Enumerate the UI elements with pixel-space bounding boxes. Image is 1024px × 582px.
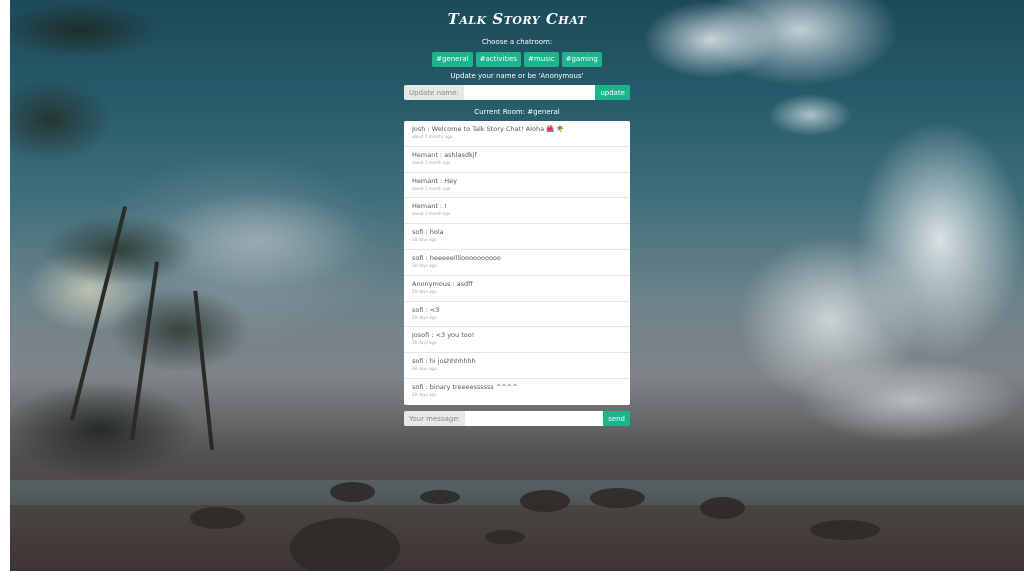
- app-title: Talk Story Chat: [447, 10, 587, 28]
- message-text: sofi : hola: [412, 228, 444, 237]
- message-input[interactable]: [465, 411, 604, 426]
- message-item: Hemant : Hey about 1 month ago: [404, 173, 630, 199]
- message-text: sofi : binary treeeessssss ^^^^: [412, 382, 518, 391]
- message-item: josofi : <3 you too! 28 days ago: [404, 327, 630, 354]
- current-room-label: Current Room: #general: [474, 108, 560, 116]
- message-list[interactable]: Josh : Welcome to Talk Story Chat! Aloha…: [404, 121, 630, 405]
- send-message-form: Your message: send: [404, 411, 630, 426]
- message-time: 28 days ago: [412, 262, 437, 268]
- message-time: about 2 months ago: [412, 134, 453, 139]
- update-name-addon: Update name:: [404, 85, 464, 100]
- message-text: Hemant : !: [412, 202, 447, 211]
- rock: [290, 518, 400, 571]
- rock: [485, 530, 525, 544]
- message-text: Josh : Welcome to Talk Story Chat! Aloha…: [412, 125, 565, 133]
- message-text: josofi : <3 you too!: [412, 331, 475, 340]
- message-time: 28 days ago: [412, 314, 437, 320]
- message-time: 28 days ago: [412, 391, 437, 397]
- message-text: sofi : hi joshhhhhhh: [412, 357, 476, 366]
- room-button-general[interactable]: #general: [432, 52, 473, 67]
- message-time: 28 days ago: [412, 366, 437, 372]
- message-item: sofi : binary treeeessssss ^^^^ 28 days …: [404, 379, 630, 405]
- message-item: sofi : heeeeelllloooooooooo 28 days ago: [404, 250, 630, 276]
- chat-app: Talk Story Chat Choose a chatroom: #gene…: [404, 0, 630, 426]
- choose-chatroom-label: Choose a chatroom:: [481, 38, 553, 46]
- message-item: Hemant : ashlasdkjf about 1 month ago: [404, 147, 630, 173]
- update-name-form: Update name: update: [404, 85, 630, 100]
- send-button[interactable]: send: [603, 411, 630, 426]
- rock: [190, 507, 245, 529]
- message-time: 28 days ago: [412, 340, 437, 346]
- room-button-music[interactable]: #music: [524, 52, 559, 67]
- message-text: Hemant : Hey: [412, 176, 457, 185]
- rock: [810, 520, 880, 540]
- message-item: Hemant : ! about 1 month ago: [404, 198, 630, 225]
- message-addon: Your message:: [404, 411, 465, 426]
- message-time: about 1 month ago: [412, 185, 451, 191]
- room-button-activities[interactable]: #activities: [475, 52, 522, 67]
- message-text: sofi : heeeeelllloooooooooo: [412, 253, 501, 262]
- message-time: about 1 month ago: [412, 159, 451, 165]
- rock: [520, 490, 570, 512]
- message-time: about 1 month ago: [412, 211, 451, 217]
- name-input[interactable]: [463, 85, 596, 100]
- message-item: Josh : Welcome to Talk Story Chat! Aloha…: [404, 121, 630, 147]
- rock: [420, 490, 460, 504]
- message-item: sofi : hola 28 days ago: [404, 224, 630, 250]
- message-time: 28 days ago: [412, 237, 437, 243]
- rock: [590, 488, 645, 508]
- update-name-label: Update your name or be 'Anonymous': [450, 72, 584, 80]
- update-button[interactable]: update: [595, 85, 630, 100]
- message-text: Anonymous : asdff: [412, 279, 473, 288]
- rock: [700, 497, 745, 519]
- message-time: 28 days ago: [412, 288, 437, 294]
- room-button-gaming[interactable]: #gaming: [561, 52, 602, 67]
- message-item: sofi : <3 28 days ago: [404, 302, 630, 328]
- chatroom-buttons: #general #activities #music #gaming: [432, 52, 602, 67]
- rock: [330, 482, 375, 502]
- message-item: sofi : hi joshhhhhhh 28 days ago: [404, 353, 630, 379]
- message-item: Anonymous : asdff 28 days ago: [404, 276, 630, 302]
- message-text: Hemant : ashlasdkjf: [412, 150, 477, 159]
- palm-trees: [10, 0, 270, 480]
- message-text: sofi : <3: [412, 305, 440, 314]
